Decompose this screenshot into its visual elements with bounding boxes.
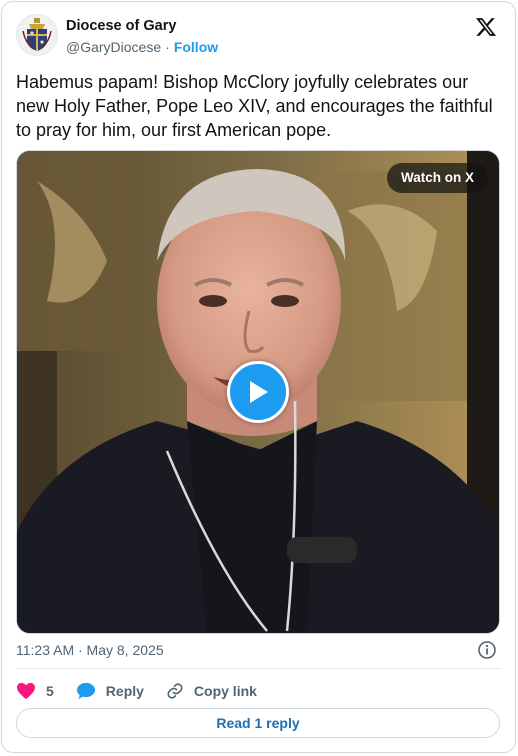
author-name[interactable]: Diocese of Gary xyxy=(66,18,176,34)
read-replies-button[interactable]: Read 1 reply xyxy=(16,708,500,738)
tweet-header: Diocese of Gary @GaryDiocese · Follow xyxy=(2,2,515,66)
play-icon xyxy=(250,381,268,403)
tweet-text: Habemus papam! Bishop McClory joyfully c… xyxy=(16,72,493,140)
watch-on-x-button[interactable]: Watch on X xyxy=(387,163,488,193)
follow-button[interactable]: Follow xyxy=(174,39,218,55)
like-count: 5 xyxy=(46,683,54,699)
copy-link-label: Copy link xyxy=(193,683,257,699)
heart-icon xyxy=(17,682,35,700)
like-button[interactable]: 5 xyxy=(16,682,54,700)
x-logo-icon[interactable] xyxy=(475,16,497,38)
tweet-timestamp[interactable]: 11:23 AM · May 8, 2025 xyxy=(16,642,164,658)
action-bar: 5 Reply Copy link xyxy=(16,678,279,704)
diocese-crest-icon xyxy=(22,18,52,51)
reply-bubble-icon xyxy=(76,682,95,700)
reply-button[interactable]: Reply xyxy=(76,682,144,700)
copy-link-button[interactable]: Copy link xyxy=(166,682,257,700)
link-icon xyxy=(167,683,183,699)
author-handle-line: @GaryDiocese · Follow xyxy=(66,39,218,55)
reply-label: Reply xyxy=(105,683,144,699)
avatar[interactable] xyxy=(16,14,58,56)
author-handle[interactable]: @GaryDiocese xyxy=(66,39,161,55)
video-player[interactable]: Watch on X xyxy=(16,150,500,634)
tweet-card: Diocese of Gary @GaryDiocese · Follow Habe… xyxy=(1,1,516,753)
separator-dot: · xyxy=(165,39,170,55)
play-button[interactable] xyxy=(227,361,289,423)
info-icon[interactable] xyxy=(477,640,497,660)
divider xyxy=(16,668,501,669)
